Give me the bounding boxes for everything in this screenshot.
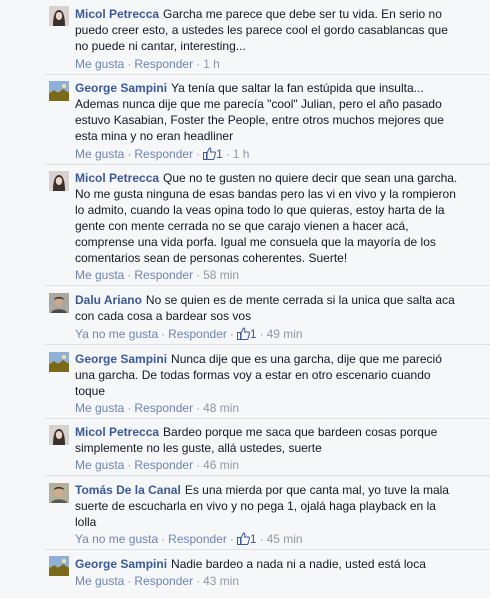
separator: · [229,532,234,546]
comment-author[interactable]: George Sampini [75,81,167,95]
separator: · [127,458,132,472]
comment-actions: Me gusta · Responder · 46 min [75,457,239,473]
separator: · [161,327,166,341]
like-button[interactable]: Me gusta [75,574,124,588]
comment-timestamp[interactable]: 1 h [233,147,250,161]
comment-author[interactable]: Tomás De la Canal [75,483,181,497]
reply-button[interactable]: Responder [134,458,193,472]
landscape-avatar[interactable] [49,352,69,372]
like-count[interactable]: 1 [236,326,257,342]
separator: · [259,532,264,546]
like-button[interactable]: Me gusta [75,57,124,71]
thumbs-up-icon [203,147,217,160]
unlike-button[interactable]: Ya no me gusta [75,532,158,546]
thumbs-up-icon [236,532,250,545]
comment-timestamp[interactable]: 49 min [267,327,303,341]
comment-actions: Me gusta · Responder · 1 · 1 h [75,146,249,162]
comment-text: Nadie bardeo a nada ni a nadie, usted es… [171,557,426,571]
like-count-value: 1 [249,327,257,341]
comment-timestamp[interactable]: 58 min [203,268,239,282]
woman-portrait-avatar[interactable] [49,425,69,445]
separator: · [196,268,201,282]
comment-timestamp[interactable]: 43 min [203,574,239,588]
comment-actions: Me gusta · Responder · 58 min [75,267,239,283]
separator: · [196,57,201,71]
comment-timestamp[interactable]: 46 min [203,458,239,472]
comment-author[interactable]: Micol Petrecca [75,425,159,439]
like-button[interactable]: Me gusta [75,401,124,415]
like-button[interactable]: Me gusta [75,458,124,472]
divider [44,475,490,476]
comment-author[interactable]: Dalu Ariano [75,293,142,307]
separator: · [127,574,132,588]
separator: · [196,147,201,161]
comment-timestamp[interactable]: 45 min [267,532,303,546]
comment-author[interactable]: George Sampini [75,352,167,366]
reply-button[interactable]: Responder [134,57,193,71]
separator: · [127,401,132,415]
separator: · [196,574,201,588]
separator: · [259,327,264,341]
separator: · [225,147,230,161]
comment-author[interactable]: George Sampini [75,557,167,571]
separator: · [229,327,234,341]
man-portrait-avatar[interactable] [49,483,69,503]
comment-actions: Ya no me gusta · Responder · 1 · 45 min [75,531,303,547]
separator: · [127,147,132,161]
man-portrait-avatar[interactable] [49,293,69,313]
woman-portrait-avatar[interactable] [49,171,69,191]
landscape-avatar[interactable] [49,556,69,576]
reply-button[interactable]: Responder [134,574,193,588]
comment-thread: Micol Petrecca Garcha me parece que debe … [0,0,490,598]
like-count[interactable]: 1 [236,531,257,547]
comment-timestamp[interactable]: 48 min [203,401,239,415]
separator: · [196,458,201,472]
comment-actions: Me gusta · Responder · 43 min [75,573,239,589]
landscape-avatar[interactable] [49,81,69,101]
comment-author[interactable]: Micol Petrecca [75,7,159,21]
woman-portrait-avatar[interactable] [49,6,69,26]
comment-actions: Me gusta · Responder · 1 h [75,56,220,72]
separator: · [127,268,132,282]
like-count-value: 1 [216,147,223,161]
reply-button[interactable]: Responder [134,147,193,161]
divider [44,418,490,419]
comment-text: Que no te gusten no quiere decir que sea… [75,171,458,265]
comment-timestamp[interactable]: 1 h [203,57,220,71]
unlike-button[interactable]: Ya no me gusta [75,327,158,341]
comment-actions: Ya no me gusta · Responder · 1 · 49 min [75,326,303,342]
reply-button[interactable]: Responder [168,327,227,341]
thumbs-up-icon [236,327,250,340]
divider [44,344,490,345]
comment-author[interactable]: Micol Petrecca [75,171,159,185]
like-button[interactable]: Me gusta [75,147,124,161]
reply-button[interactable]: Responder [134,401,193,415]
separator: · [196,401,201,415]
divider [44,164,490,165]
like-button[interactable]: Me gusta [75,268,124,282]
reply-button[interactable]: Responder [134,268,193,282]
separator: · [161,532,166,546]
divider [44,549,490,550]
divider [44,74,490,75]
comment-actions: Me gusta · Responder · 48 min [75,400,239,416]
reply-button[interactable]: Responder [168,532,227,546]
like-count[interactable]: 1 [203,146,223,162]
divider [44,285,490,286]
separator: · [127,57,132,71]
like-count-value: 1 [249,532,257,546]
